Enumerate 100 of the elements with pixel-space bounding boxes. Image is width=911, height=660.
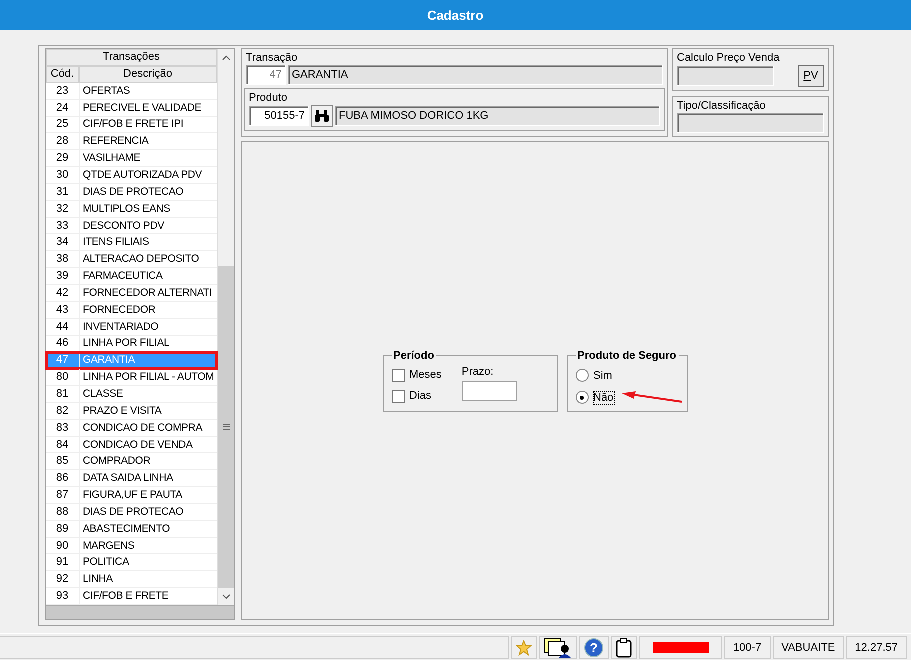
transaction-row[interactable]: 80 LINHA POR FILIAL - AUTOM (46, 369, 217, 386)
price-field[interactable] (677, 66, 774, 86)
field-label: Produto (249, 91, 289, 105)
description-cell-text: PRAZO E VISITA (82, 404, 163, 419)
user-window-icon[interactable] (544, 638, 572, 658)
transaction-row[interactable]: 82 PRAZO E VISITA (46, 402, 217, 420)
checkbox[interactable] (392, 368, 404, 382)
transaction-row[interactable]: 33 DESCONTO PDV (46, 218, 217, 234)
description-cell-text: PERECIVEL E VALIDADE (82, 100, 203, 116)
code-cell: 88 (46, 504, 80, 520)
code-cell: 43 (46, 302, 80, 318)
transaction-row[interactable]: 42 FORNECEDOR ALTERNATI (46, 284, 217, 302)
transaction-description-field[interactable]: GARANTIA (288, 65, 663, 85)
transaction-row[interactable]: 24 PERECIVEL E VALIDADE (46, 100, 217, 117)
code-cell: 24 (46, 100, 80, 116)
vertical-scrollbar[interactable] (217, 49, 234, 605)
code-cell: 30 (46, 167, 80, 183)
transaction-row[interactable]: 44 INVENTARIADO (46, 318, 217, 336)
status-cell: 100-7 (724, 636, 771, 659)
pv-button[interactable]: PV (798, 65, 824, 87)
binoculars-search-button[interactable] (311, 105, 333, 127)
code-cell: 23 (46, 82, 80, 99)
description-cell-text: CIF/FOB E FRETE (82, 589, 170, 604)
transaction-row[interactable]: 30 QTDE AUTORIZADA PDV (46, 167, 217, 184)
code-cell: 38 (46, 251, 80, 268)
description-cell-text: FORNECEDOR (82, 302, 157, 318)
code-cell: 92 (46, 571, 80, 588)
grip-icon (222, 424, 230, 430)
scroll-up-icon[interactable] (222, 54, 230, 60)
radio-button[interactable] (576, 391, 588, 404)
transaction-row[interactable]: 34 ITENS FILIAIS (46, 234, 217, 252)
transaction-row[interactable]: 38 ALTERACAO DEPOSITO (46, 251, 217, 268)
star-icon[interactable] (516, 640, 532, 656)
transaction-row[interactable]: 89 ABASTECIMENTO (46, 520, 217, 538)
description-cell-text: ABASTECIMENTO (82, 522, 172, 537)
description-cell-text: CONDICAO DE COMPRA (82, 420, 204, 436)
description-cell-text: FIGURA,UF E PAUTA (82, 488, 184, 503)
status-cell: VABUAITE (772, 636, 844, 659)
radio-button[interactable] (576, 369, 588, 382)
term-input-field[interactable] (462, 380, 517, 400)
transaction-row[interactable]: 32 MULTIPLOS EANS (46, 200, 217, 218)
description-cell-text: MULTIPLOS EANS (82, 202, 172, 217)
code-cell: 89 (46, 520, 80, 537)
description-cell-text: VASILHAME (82, 151, 142, 166)
transaction-row[interactable]: 91 POLITICA (46, 554, 217, 572)
transaction-row[interactable]: 43 FORNECEDOR (46, 302, 217, 319)
radio-label: Sim (594, 370, 612, 382)
transaction-row[interactable]: 90 MARGENS (46, 538, 217, 554)
transaction-row[interactable]: 39 FARMACEUTICA (46, 268, 217, 285)
description-cell-text: FARMACEUTICA (82, 269, 164, 284)
code-cell: 87 (46, 487, 80, 503)
code-cell: 33 (46, 218, 80, 234)
column-header[interactable]: Descrição (79, 66, 217, 83)
transaction-row[interactable]: 86 DATA SAIDA LINHA (46, 470, 217, 488)
field-label: Transação (246, 51, 299, 65)
column-header[interactable]: Cód. (46, 66, 79, 83)
description-cell-text: REFERENCIA (82, 134, 150, 150)
horizontal-scrollbar[interactable] (46, 605, 234, 619)
description-cell-text: CIF/FOB E FRETE IPI (82, 117, 185, 132)
help-icon[interactable]: ? (584, 638, 604, 658)
code-cell: 47 (46, 352, 80, 368)
product-description-field[interactable]: FUBA MIMOSO DORICO 1KG (335, 106, 660, 126)
checkbox[interactable] (392, 390, 404, 402)
code-cell: 39 (46, 268, 80, 284)
description-cell-text: DATA SAIDA LINHA (82, 471, 174, 486)
transaction-row[interactable]: 84 CONDICAO DE VENDA (46, 436, 217, 454)
description-cell-text: QTDE AUTORIZADA PDV (82, 168, 204, 183)
binoculars-icon (314, 109, 330, 123)
group-title: Período (392, 350, 436, 362)
transaction-row[interactable]: 29 VASILHAME (46, 150, 217, 168)
code-cell: 83 (46, 420, 80, 436)
clipboard-icon[interactable] (616, 638, 632, 658)
checkbox-label: Dias (410, 390, 432, 402)
status-cell: 12.27.57 (846, 636, 907, 659)
code-cell: 34 (46, 234, 80, 250)
transaction-row[interactable]: 87 FIGURA,UF E PAUTA (46, 487, 217, 504)
description-cell-text: CLASSE (82, 386, 124, 402)
transaction-row[interactable]: 28 REFERENCIA (46, 133, 217, 150)
description-cell-text: ALTERACAO DEPOSITO (82, 252, 200, 268)
transaction-row[interactable]: 83 CONDICAO DE COMPRA (46, 420, 217, 437)
code-cell: 85 (46, 453, 80, 470)
transaction-row[interactable]: 31 DIAS DE PROTECAO (46, 184, 217, 201)
code-cell: 25 (46, 116, 80, 132)
description-cell-text: LINHA (82, 572, 114, 588)
transaction-row[interactable]: 85 COMPRADOR (46, 453, 217, 470)
description-cell-text: LINHA POR FILIAL - AUTOM (82, 370, 216, 386)
transaction-row[interactable]: 81 CLASSE (46, 386, 217, 403)
product-code-field[interactable]: 50155-7 (249, 106, 309, 126)
field-label: Tipo/Classificação (677, 99, 767, 113)
transaction-row[interactable]: 23 OFERTAS (46, 82, 217, 100)
scroll-down-icon[interactable] (222, 594, 230, 600)
field-label: Calculo Preço Venda (677, 51, 781, 65)
description-cell-text: POLITICA (82, 555, 130, 570)
transaction-row[interactable]: 25 CIF/FOB E FRETE IPI (46, 116, 217, 134)
classification-field[interactable] (677, 113, 824, 133)
code-cell: 82 (46, 402, 80, 419)
transaction-row[interactable]: 88 DIAS DE PROTECAO (46, 504, 217, 521)
code-cell: 31 (46, 184, 80, 200)
transaction-row[interactable]: 92 LINHA (46, 571, 217, 588)
transaction-code-field[interactable]: 47 (246, 65, 286, 85)
